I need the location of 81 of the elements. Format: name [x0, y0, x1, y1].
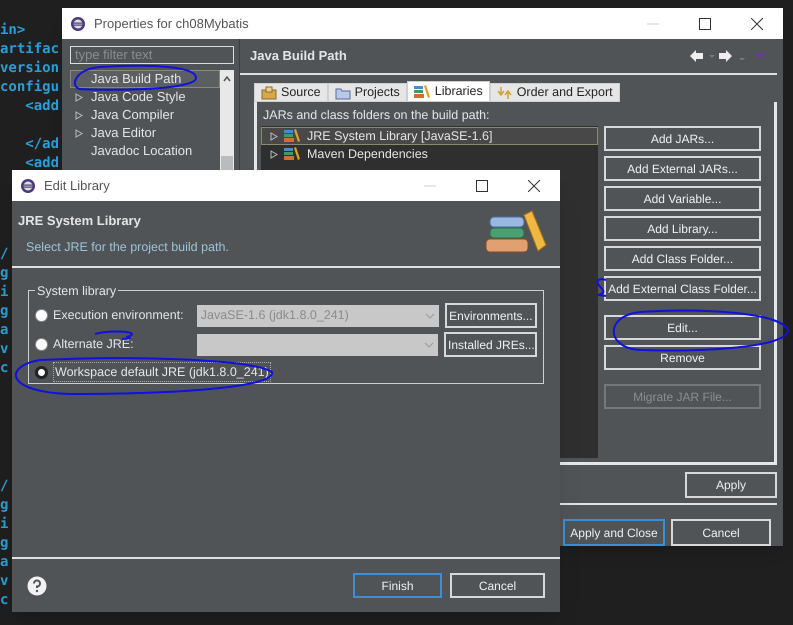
code-line: i: [0, 283, 8, 302]
radio-label[interactable]: Workspace default JRE (jdk1.8.0_241): [53, 362, 271, 382]
button: Migrate JAR File...: [604, 384, 761, 409]
pen-scribble: [94, 330, 133, 340]
code-line: c: [0, 359, 8, 378]
button[interactable]: Add Variable...: [604, 186, 761, 211]
package-icon: [261, 86, 277, 100]
code-line: <add: [24, 97, 60, 116]
button[interactable]: Cancel: [671, 519, 771, 546]
button[interactable]: Installed JREs...: [444, 332, 537, 357]
close-icon[interactable]: [528, 180, 540, 192]
code-line: v: [0, 572, 8, 591]
button[interactable]: Edit...: [604, 315, 761, 340]
tree-item[interactable]: Java Code Style: [70, 88, 220, 106]
app-icon: [70, 16, 86, 32]
tab[interactable]: Order and Export: [490, 83, 620, 102]
button[interactable]: Environments...: [444, 303, 537, 328]
dialog-heading: JRE System Library: [18, 212, 142, 230]
close-icon[interactable]: [751, 18, 763, 30]
radio-button[interactable]: [35, 338, 48, 351]
code-line: /: [0, 477, 8, 496]
maximize-icon[interactable]: [476, 180, 488, 192]
code-line: i: [0, 515, 8, 534]
expand-icon[interactable]: [75, 128, 83, 138]
tab[interactable]: Libraries: [406, 81, 490, 102]
code-line: version: [0, 59, 60, 78]
tree-item[interactable]: Java Compiler: [70, 106, 220, 124]
code-line: g: [0, 302, 8, 321]
code-line: v: [0, 340, 8, 359]
arrows-icon: [496, 86, 513, 100]
radio-label[interactable]: Alternate JRE:: [53, 335, 192, 354]
tree-item[interactable]: Java Build Path: [70, 70, 220, 88]
tree-item[interactable]: Java Editor: [70, 124, 220, 142]
button[interactable]: Apply and Close: [563, 519, 665, 546]
window-title: Properties for ch08Mybatis: [94, 14, 250, 33]
code-line: </ad: [24, 135, 60, 154]
folder-icon: [334, 86, 351, 100]
code-line: artifac: [0, 40, 60, 59]
list-label: JARs and class folders on the build path:: [262, 107, 491, 124]
code-line: c: [0, 591, 8, 610]
code-line: in>: [0, 21, 26, 40]
button[interactable]: Apply: [685, 472, 777, 498]
button[interactable]: Finish: [353, 573, 442, 598]
button[interactable]: Add JARs...: [604, 126, 761, 151]
pen-scribble: [596, 278, 606, 297]
code-line: <add: [24, 154, 60, 173]
tree-item[interactable]: Javadoc Location: [70, 142, 220, 160]
window-title: Edit Library: [44, 176, 111, 195]
page-title: Java Build Path: [250, 47, 348, 66]
help-icon[interactable]: [27, 576, 47, 596]
filter-field[interactable]: type filter text: [70, 46, 234, 64]
radio-button[interactable]: [35, 309, 48, 322]
radio-label[interactable]: Execution environment:: [53, 306, 192, 325]
code-line: a: [0, 321, 8, 340]
expand-icon[interactable]: [75, 110, 83, 120]
scroll-up-icon[interactable]: [223, 76, 231, 82]
button[interactable]: Add External JARs...: [604, 156, 761, 181]
tab[interactable]: Source: [254, 83, 328, 102]
code-line: a: [0, 553, 8, 572]
library-entry[interactable]: Maven Dependencies: [261, 145, 598, 163]
button[interactable]: Add Class Folder...: [604, 246, 761, 271]
radio-button[interactable]: [35, 366, 48, 378]
app-icon: [20, 178, 36, 194]
button[interactable]: Add External Class Folder...: [604, 276, 761, 301]
back-forward-icon[interactable]: [689, 49, 733, 63]
code-line: configu: [0, 78, 60, 97]
books-icon: [284, 147, 301, 161]
dialog-description: Select JRE for the project build path.: [25, 238, 230, 256]
code-line: /: [0, 245, 8, 264]
code-line: g: [0, 264, 8, 283]
button[interactable]: Add Library...: [604, 216, 761, 241]
button[interactable]: Cancel: [450, 573, 545, 598]
button[interactable]: Remove: [604, 345, 761, 370]
tab[interactable]: Projects: [328, 83, 407, 102]
code-line: g: [0, 534, 8, 553]
books-icon: [284, 129, 301, 143]
library-entry[interactable]: JRE System Library [JavaSE-1.6]: [261, 127, 598, 145]
code-line: g: [0, 496, 8, 515]
books-icon: [414, 84, 431, 98]
expand-icon[interactable]: [75, 92, 83, 102]
maximize-icon[interactable]: [699, 18, 711, 30]
